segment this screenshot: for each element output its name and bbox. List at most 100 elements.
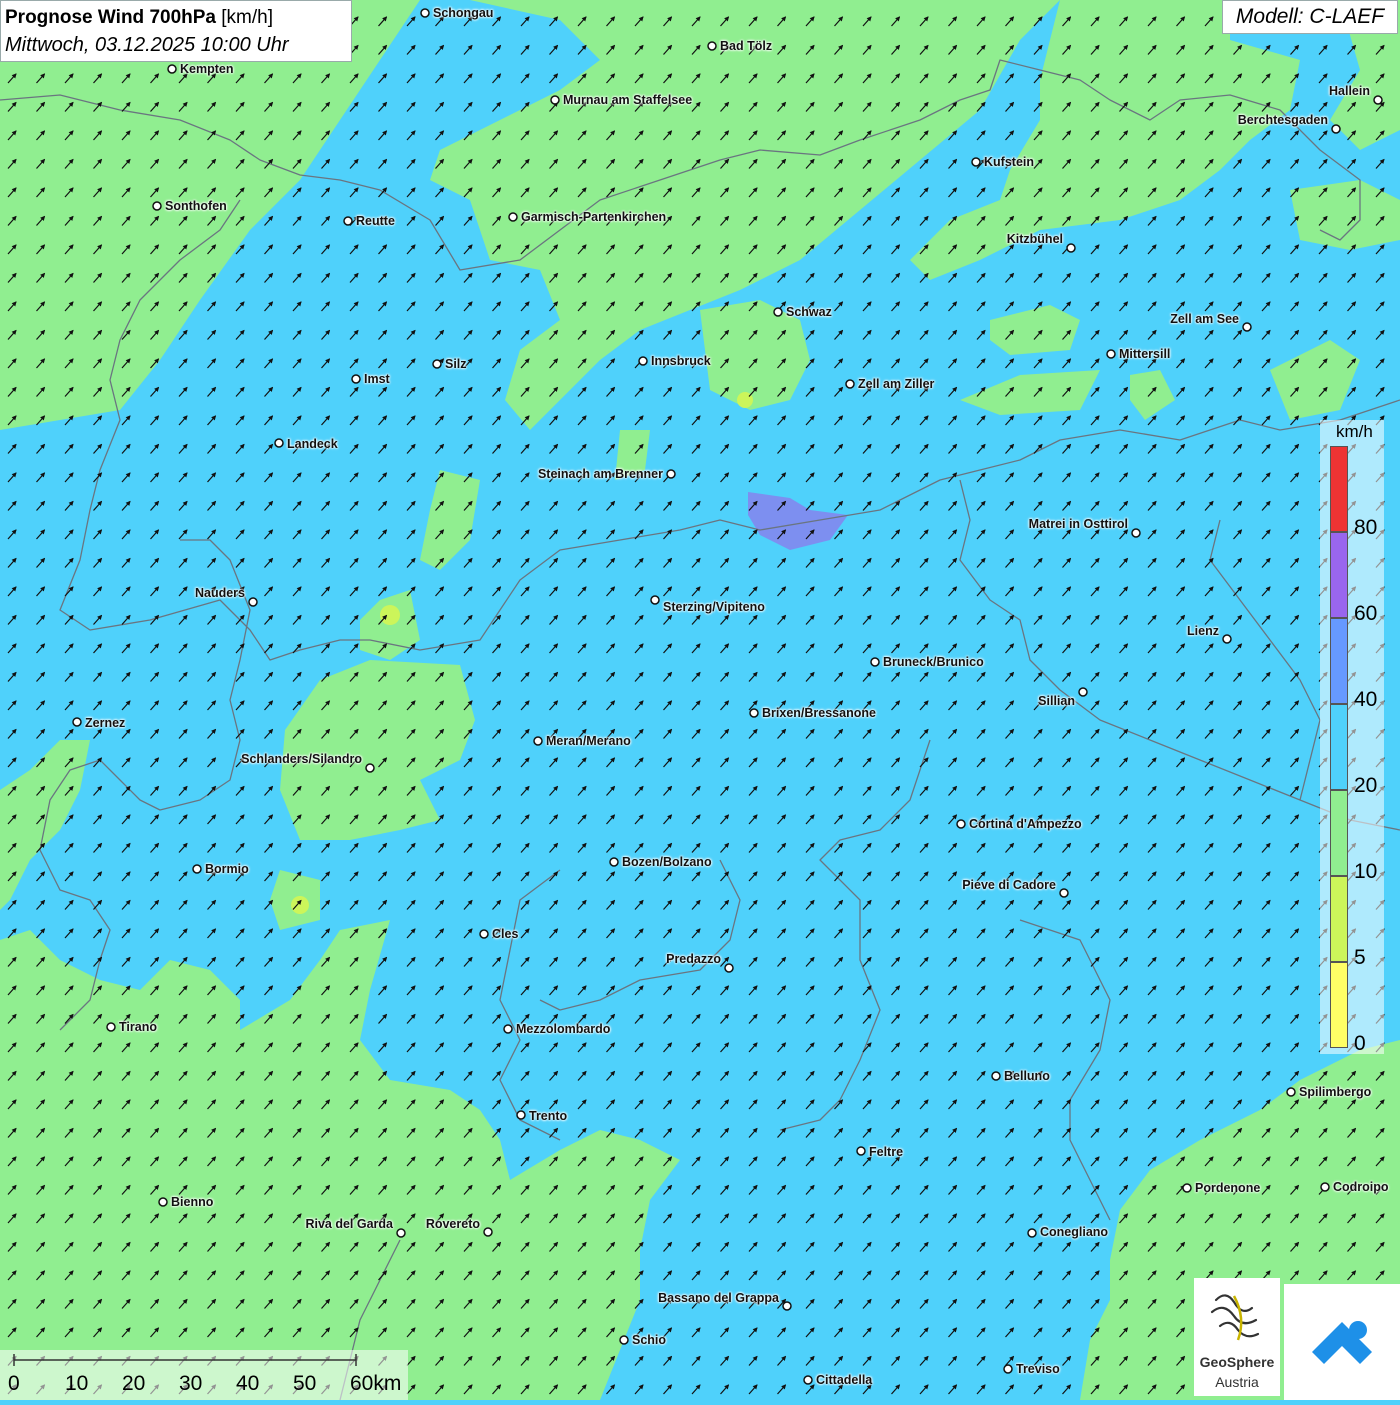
city-marker-icon [365,763,375,773]
map-title-unit: [km/h] [221,7,274,28]
city-marker-icon [1078,687,1088,697]
city-label: Kitzbühel [1006,232,1063,246]
city-label: Sonthofen [165,199,227,213]
city-marker-icon [803,1375,813,1385]
city-label: Cortina d'Ampezzo [969,817,1082,831]
city-marker-icon [72,717,82,727]
city-marker-icon [1320,1182,1330,1192]
city-marker-icon [870,657,880,667]
city-marker-icon [845,379,855,389]
city-label: Riva del Garda [305,1217,393,1231]
scale-label: 50 [293,1372,317,1395]
city-marker-icon [274,438,284,448]
city-marker-icon [248,597,258,607]
city-label: Bienno [171,1195,214,1209]
city-label: Silz [445,357,467,371]
city-label: Murnau am Staffelsee [563,93,693,107]
city-label: Kufstein [984,155,1034,169]
legend-label: 40 [1354,688,1378,711]
city-label: Cittadella [816,1373,873,1387]
legend-color-4 [1330,618,1348,704]
legend-label: 20 [1354,774,1378,797]
city-label: Cles [492,927,519,941]
weather-app-icon [1312,1321,1372,1364]
legend-color-1 [1330,876,1348,962]
city-label: Garmisch-Partenkirchen [521,210,667,224]
city-marker-icon [856,1146,866,1156]
city-label: Bad Tölz [720,39,773,53]
city-label: Treviso [1016,1362,1060,1376]
legend-label: 0 [1354,1032,1366,1055]
city-marker-icon [483,1227,493,1237]
geosphere-mark-icon [1210,1294,1260,1341]
city-label: Berchtesgaden [1237,113,1328,127]
city-label: Hallein [1329,84,1370,98]
city-label: Zernez [85,716,126,730]
city-marker-icon [707,41,717,51]
city-marker-icon [158,1197,168,1207]
model-label: Modell: C-LAEF [1222,0,1398,34]
city-marker-icon [533,736,543,746]
legend-color-6 [1330,446,1348,532]
city-marker-icon [1373,95,1383,105]
city-label: Innsbruck [651,354,711,368]
city-marker-icon [619,1335,629,1345]
city-marker-icon [1027,1228,1037,1238]
map-title: Prognose Wind 700hPa [5,7,216,28]
city-label: Feltre [869,1145,904,1159]
city-label: Nauders [194,586,245,600]
scale-label: 60km [350,1372,402,1395]
city-label: Reutte [356,214,395,228]
scale-bar-line [13,1354,357,1366]
city-marker-icon [192,864,202,874]
city-marker-icon [773,307,783,317]
city-label: Schio [632,1333,667,1347]
city-label: Schlanders/Silandro [241,752,362,766]
city-marker-icon [343,216,353,226]
legend: km/h 0 5 10 20 40 60 80 [1320,420,1384,1055]
city-marker-icon [106,1022,116,1032]
legend-label: 10 [1354,860,1378,883]
geosphere-logo: GeoSphere Austria [1194,1278,1280,1396]
city-label: Rovereto [425,1217,480,1231]
city-marker-icon [749,708,759,718]
city-label: Imst [364,372,390,386]
city-label: Lienz [1187,624,1219,638]
city-label: Conegliano [1040,1225,1109,1239]
city-marker-icon [479,929,489,939]
legend-color-5 [1330,532,1348,618]
scale-label: 40 [236,1372,260,1395]
city-marker-icon [1131,528,1141,538]
city-marker-icon [1286,1087,1296,1097]
city-marker-icon [1003,1364,1013,1374]
map-subtitle: Mittwoch, 03.12.2025 10:00 Uhr [5,34,289,56]
city-marker-icon [609,857,619,867]
city-marker-icon [1059,888,1069,898]
city-marker-icon [432,359,442,369]
city-marker-icon [724,963,734,973]
city-marker-icon [1182,1183,1192,1193]
city-marker-icon [971,157,981,167]
city-marker-icon [650,595,660,605]
legend-unit: km/h [1336,422,1373,441]
city-label: Belluno [1004,1069,1050,1083]
city-marker-icon [152,201,162,211]
scale-label: 30 [179,1372,203,1395]
city-marker-icon [1242,322,1252,332]
city-label: Bozen/Bolzano [622,855,712,869]
scale-bar: 0 10 20 30 40 50 60km [0,1350,408,1400]
weather-app-logo [1284,1284,1400,1400]
city-label: Sterzing/Vipiteno [663,600,765,614]
city-label: Codroipo [1333,1180,1389,1194]
geosphere-name: GeoSphere [1199,1354,1275,1370]
city-label: Bormio [205,862,249,876]
legend-label: 60 [1354,602,1378,625]
geosphere-country: Austria [1215,1374,1259,1390]
city-marker-icon [550,95,560,105]
city-marker-icon [167,64,177,74]
city-marker-icon [782,1301,792,1311]
city-marker-icon [956,819,966,829]
city-label: Mittersill [1119,347,1171,361]
city-marker-icon [1331,124,1341,134]
legend-label: 80 [1354,516,1378,539]
